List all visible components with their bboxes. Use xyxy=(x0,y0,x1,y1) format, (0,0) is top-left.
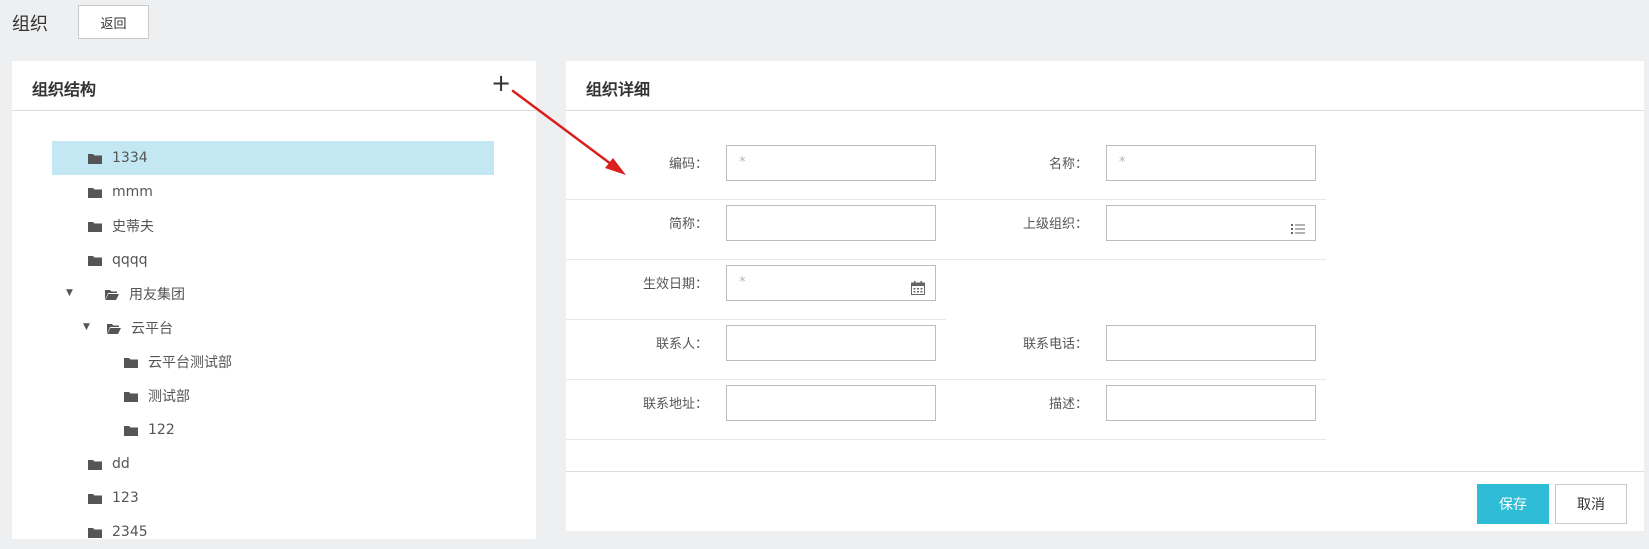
top-bar: 组织 返回 xyxy=(0,0,1649,50)
tree-node[interactable]: 测试部 xyxy=(52,379,494,413)
effective-date-label: 生效日期： xyxy=(642,277,708,292)
tree-node-label: 122 xyxy=(148,422,175,438)
calendar-icon[interactable] xyxy=(911,275,925,309)
tree-node[interactable]: 云平台测试部 xyxy=(52,345,494,379)
list-icon[interactable] xyxy=(1291,215,1305,249)
tree-node-label: 用友集团 xyxy=(129,287,185,303)
folder-icon xyxy=(88,527,102,538)
tree-node-label: dd xyxy=(112,456,130,472)
address-label: 联系地址： xyxy=(642,397,708,412)
phone-label: 联系电话： xyxy=(1022,337,1088,352)
page-title: 组织 xyxy=(12,14,48,35)
short-name-input[interactable] xyxy=(726,205,936,241)
org-detail-panel: 组织详细 编码： * 名称： * 简称： 上级组织： 生效日期： * 联系人： … xyxy=(566,61,1644,531)
code-placeholder: * xyxy=(739,155,746,170)
tree-node-label: 123 xyxy=(112,490,139,506)
folder-icon xyxy=(124,357,138,368)
row-divider xyxy=(566,319,946,320)
folder-icon xyxy=(124,425,138,436)
folder-icon xyxy=(88,255,102,266)
tree-node-label: 云平台测试部 xyxy=(148,355,232,371)
name-label: 名称： xyxy=(1048,157,1088,172)
tree-node-label: qqqq xyxy=(112,252,148,268)
name-input[interactable]: * xyxy=(1106,145,1316,181)
tree-node-label: 测试部 xyxy=(148,389,190,405)
tree-node-label: 2345 xyxy=(112,524,148,540)
save-button[interactable]: 保存 xyxy=(1477,484,1549,524)
row-divider xyxy=(566,259,1326,260)
tree-node[interactable]: qqqq xyxy=(52,243,494,277)
tree-node[interactable]: dd xyxy=(52,447,494,481)
folder-icon xyxy=(124,391,138,402)
tree-node[interactable]: 123 xyxy=(52,481,494,515)
parent-org-input[interactable] xyxy=(1106,205,1316,241)
back-button[interactable]: 返回 xyxy=(78,5,149,39)
footer-divider xyxy=(566,471,1644,472)
tree-node[interactable]: 1334 xyxy=(52,141,494,175)
description-label: 描述： xyxy=(1048,397,1088,412)
name-placeholder: * xyxy=(1119,155,1126,170)
parent-org-label: 上级组织： xyxy=(1022,217,1088,232)
org-detail-header: 组织详细 xyxy=(566,61,1644,111)
tree-node[interactable]: mmm xyxy=(52,175,494,209)
tree-node-label: 史蒂夫 xyxy=(112,219,154,235)
effective-date-input[interactable]: * xyxy=(726,265,936,301)
phone-input[interactable] xyxy=(1106,325,1316,361)
tree-node-label: 1334 xyxy=(112,150,148,166)
folder-icon xyxy=(88,153,102,164)
description-input[interactable] xyxy=(1106,385,1316,421)
org-structure-header: 组织结构 + xyxy=(12,61,536,111)
org-structure-title: 组织结构 xyxy=(32,80,97,99)
tree-node[interactable]: 2345 xyxy=(52,515,494,549)
caret-down-icon[interactable]: ▼ xyxy=(66,288,73,298)
folder-open-icon xyxy=(105,289,119,300)
code-input[interactable]: * xyxy=(726,145,936,181)
contact-label: 联系人： xyxy=(655,337,708,352)
row-divider xyxy=(566,439,1326,440)
folder-icon xyxy=(88,493,102,504)
annotation-arrow-icon xyxy=(511,89,626,175)
tree-node-label: mmm xyxy=(112,184,153,200)
short-name-label: 简称： xyxy=(668,217,708,232)
address-input[interactable] xyxy=(726,385,936,421)
folder-icon xyxy=(88,459,102,470)
tree-node[interactable]: ▼ 云平台 xyxy=(52,311,494,345)
caret-down-icon[interactable]: ▼ xyxy=(83,322,90,332)
row-divider xyxy=(566,199,1326,200)
org-structure-panel: 组织结构 + 1334 mmm 史蒂夫 qqqq ▼ 用友集团 ▼ 云平台 云平… xyxy=(12,61,536,540)
folder-icon xyxy=(88,187,102,198)
contact-input[interactable] xyxy=(726,325,936,361)
effective-date-placeholder: * xyxy=(739,275,746,290)
tree-node[interactable]: ▼ 用友集团 xyxy=(52,277,494,311)
row-divider xyxy=(566,379,1326,380)
tree-node[interactable]: 122 xyxy=(52,413,494,447)
cancel-button[interactable]: 取消 xyxy=(1555,484,1627,524)
tree-node[interactable]: 史蒂夫 xyxy=(52,209,494,243)
tree-node-label: 云平台 xyxy=(131,321,173,337)
folder-icon xyxy=(88,221,102,232)
folder-open-icon xyxy=(107,323,121,334)
